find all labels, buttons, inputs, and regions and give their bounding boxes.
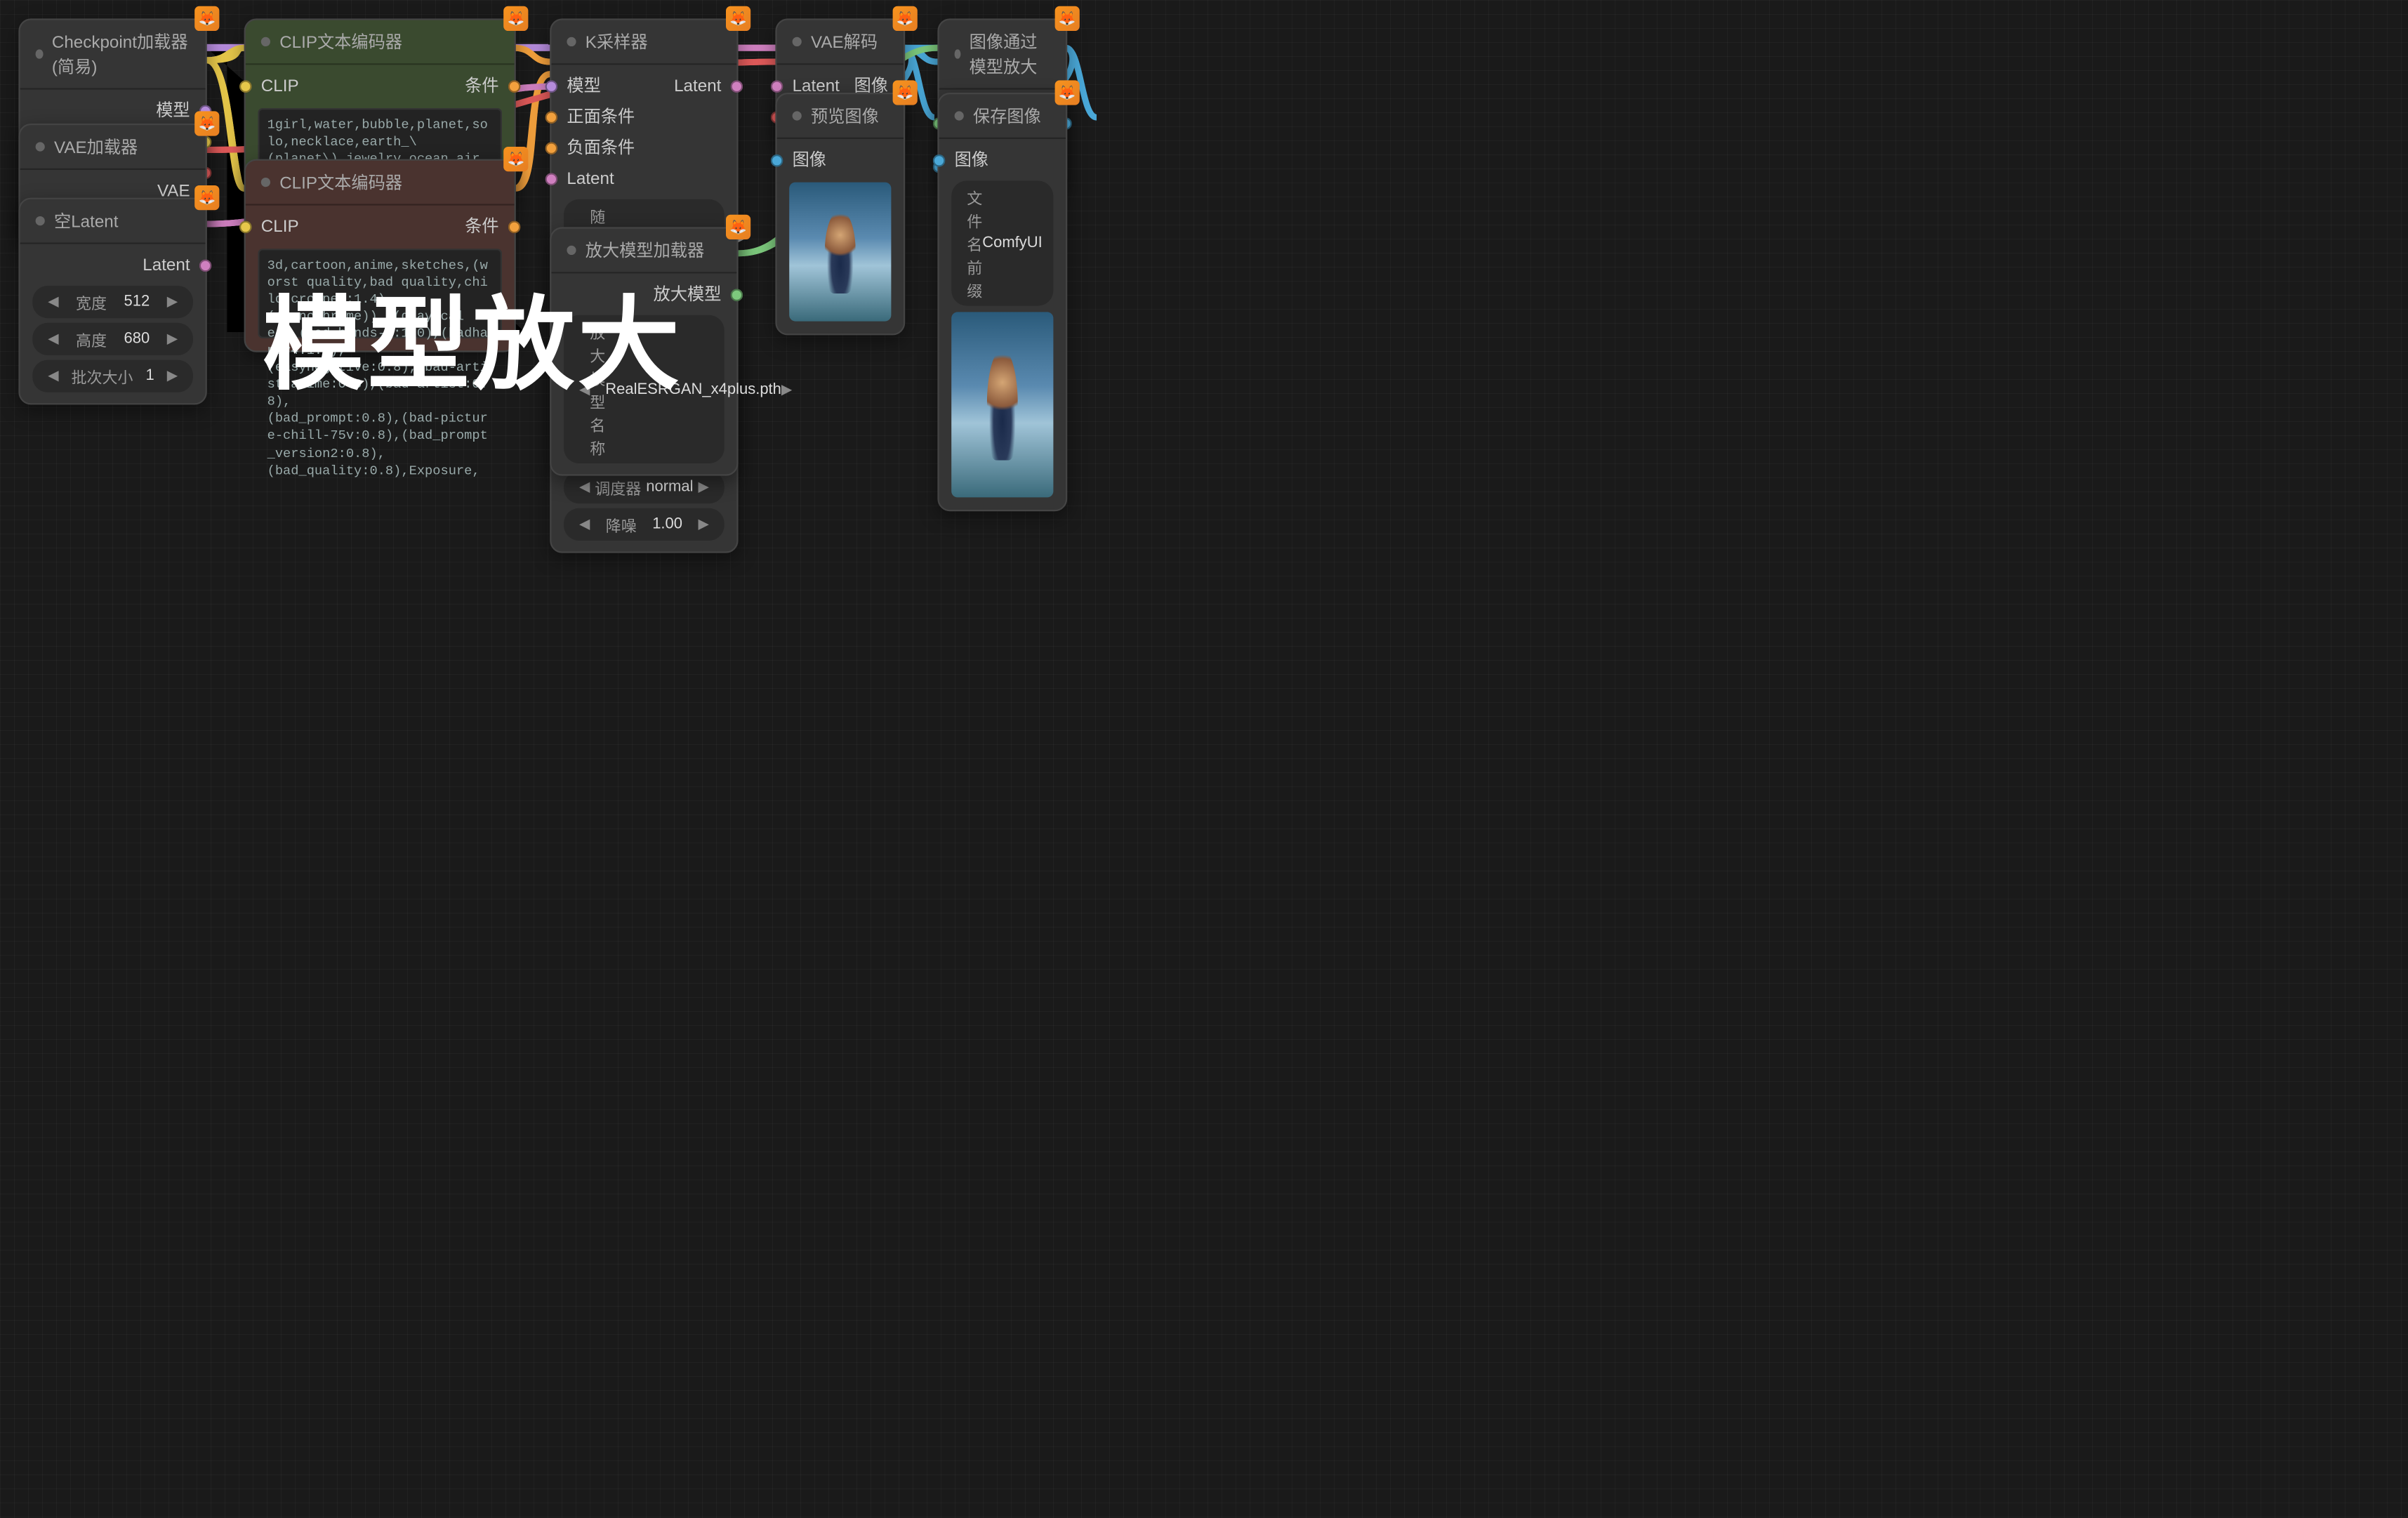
badge-icon: 🦊 [726, 6, 750, 31]
node-header[interactable]: 图像通过模型放大 [939, 20, 1066, 90]
canvas-label: 模型放大 [263, 263, 682, 411]
node-save-image[interactable]: 保存图像 图像 文件名前缀ComfyUI [937, 93, 1067, 511]
node-header[interactable]: 保存图像 [939, 94, 1066, 139]
badge-icon: 🦊 [503, 147, 528, 171]
badge-icon: 🦊 [893, 6, 918, 31]
node-header[interactable]: 预览图像 [777, 94, 904, 139]
port-model-in[interactable]: 模型 [567, 74, 600, 99]
preview-image[interactable] [789, 183, 891, 322]
node-title: 放大模型加载器 [586, 238, 704, 263]
node-title: 保存图像 [973, 103, 1041, 128]
port-clip-in[interactable]: CLIP [261, 74, 299, 99]
node-title: 图像通过模型放大 [970, 29, 1050, 79]
port-image-in[interactable]: 图像 [939, 145, 1066, 176]
port-positive-in[interactable]: 正面条件 [551, 102, 736, 133]
node-title: K采样器 [586, 29, 648, 54]
widget-width[interactable]: ◀宽度512▶ [32, 286, 193, 318]
port-clip-in[interactable]: CLIP [261, 215, 299, 239]
badge-icon: 🦊 [194, 6, 219, 31]
node-header[interactable]: VAE加载器 [20, 125, 206, 170]
badge-icon: 🦊 [503, 6, 528, 31]
node-header[interactable]: VAE解码 [777, 20, 904, 65]
node-title: Checkpoint加载器(简易) [52, 29, 190, 79]
badge-icon: 🦊 [1055, 80, 1080, 105]
node-title: 预览图像 [811, 103, 879, 128]
port-cond-out[interactable]: 条件 [465, 74, 498, 99]
badge-icon: 🦊 [194, 185, 219, 210]
widget-batch[interactable]: ◀批次大小1▶ [32, 360, 193, 392]
node-header[interactable]: Checkpoint加载器(简易) [20, 20, 206, 90]
node-header[interactable]: CLIP文本编码器 [246, 20, 515, 65]
port-model-out[interactable]: 模型 [20, 95, 206, 126]
widget-filename-prefix[interactable]: 文件名前缀ComfyUI [951, 180, 1053, 305]
node-title: CLIP文本编码器 [279, 170, 402, 194]
port-latent-in[interactable]: Latent [551, 164, 736, 194]
saved-image[interactable] [951, 312, 1053, 497]
widget-scheduler[interactable]: ◀调度器normal▶ [564, 471, 725, 503]
widget-denoise[interactable]: ◀降噪1.00▶ [564, 508, 725, 541]
node-title: VAE加载器 [54, 134, 138, 159]
node-header[interactable]: 空Latent [20, 199, 206, 244]
badge-icon: 🦊 [1055, 6, 1080, 31]
node-title: VAE解码 [811, 29, 878, 54]
node-title: CLIP文本编码器 [279, 29, 402, 54]
port-image-in[interactable]: 图像 [777, 145, 904, 176]
port-negative-in[interactable]: 负面条件 [551, 133, 736, 164]
badge-icon: 🦊 [726, 215, 750, 239]
node-title: 空Latent [54, 209, 119, 233]
node-empty-latent[interactable]: 空Latent Latent ◀宽度512▶ ◀高度680▶ ◀批次大小1▶ [18, 198, 206, 405]
node-header[interactable]: CLIP文本编码器 [246, 161, 515, 206]
port-cond-out[interactable]: 条件 [465, 215, 498, 239]
widget-height[interactable]: ◀高度680▶ [32, 323, 193, 355]
node-preview-image[interactable]: 预览图像 图像 [775, 93, 905, 335]
node-header[interactable]: K采样器 [551, 20, 736, 65]
badge-icon: 🦊 [893, 80, 918, 105]
badge-icon: 🦊 [194, 111, 219, 136]
port-latent-out[interactable]: Latent [20, 250, 206, 281]
port-latent-out[interactable]: Latent [674, 74, 721, 99]
